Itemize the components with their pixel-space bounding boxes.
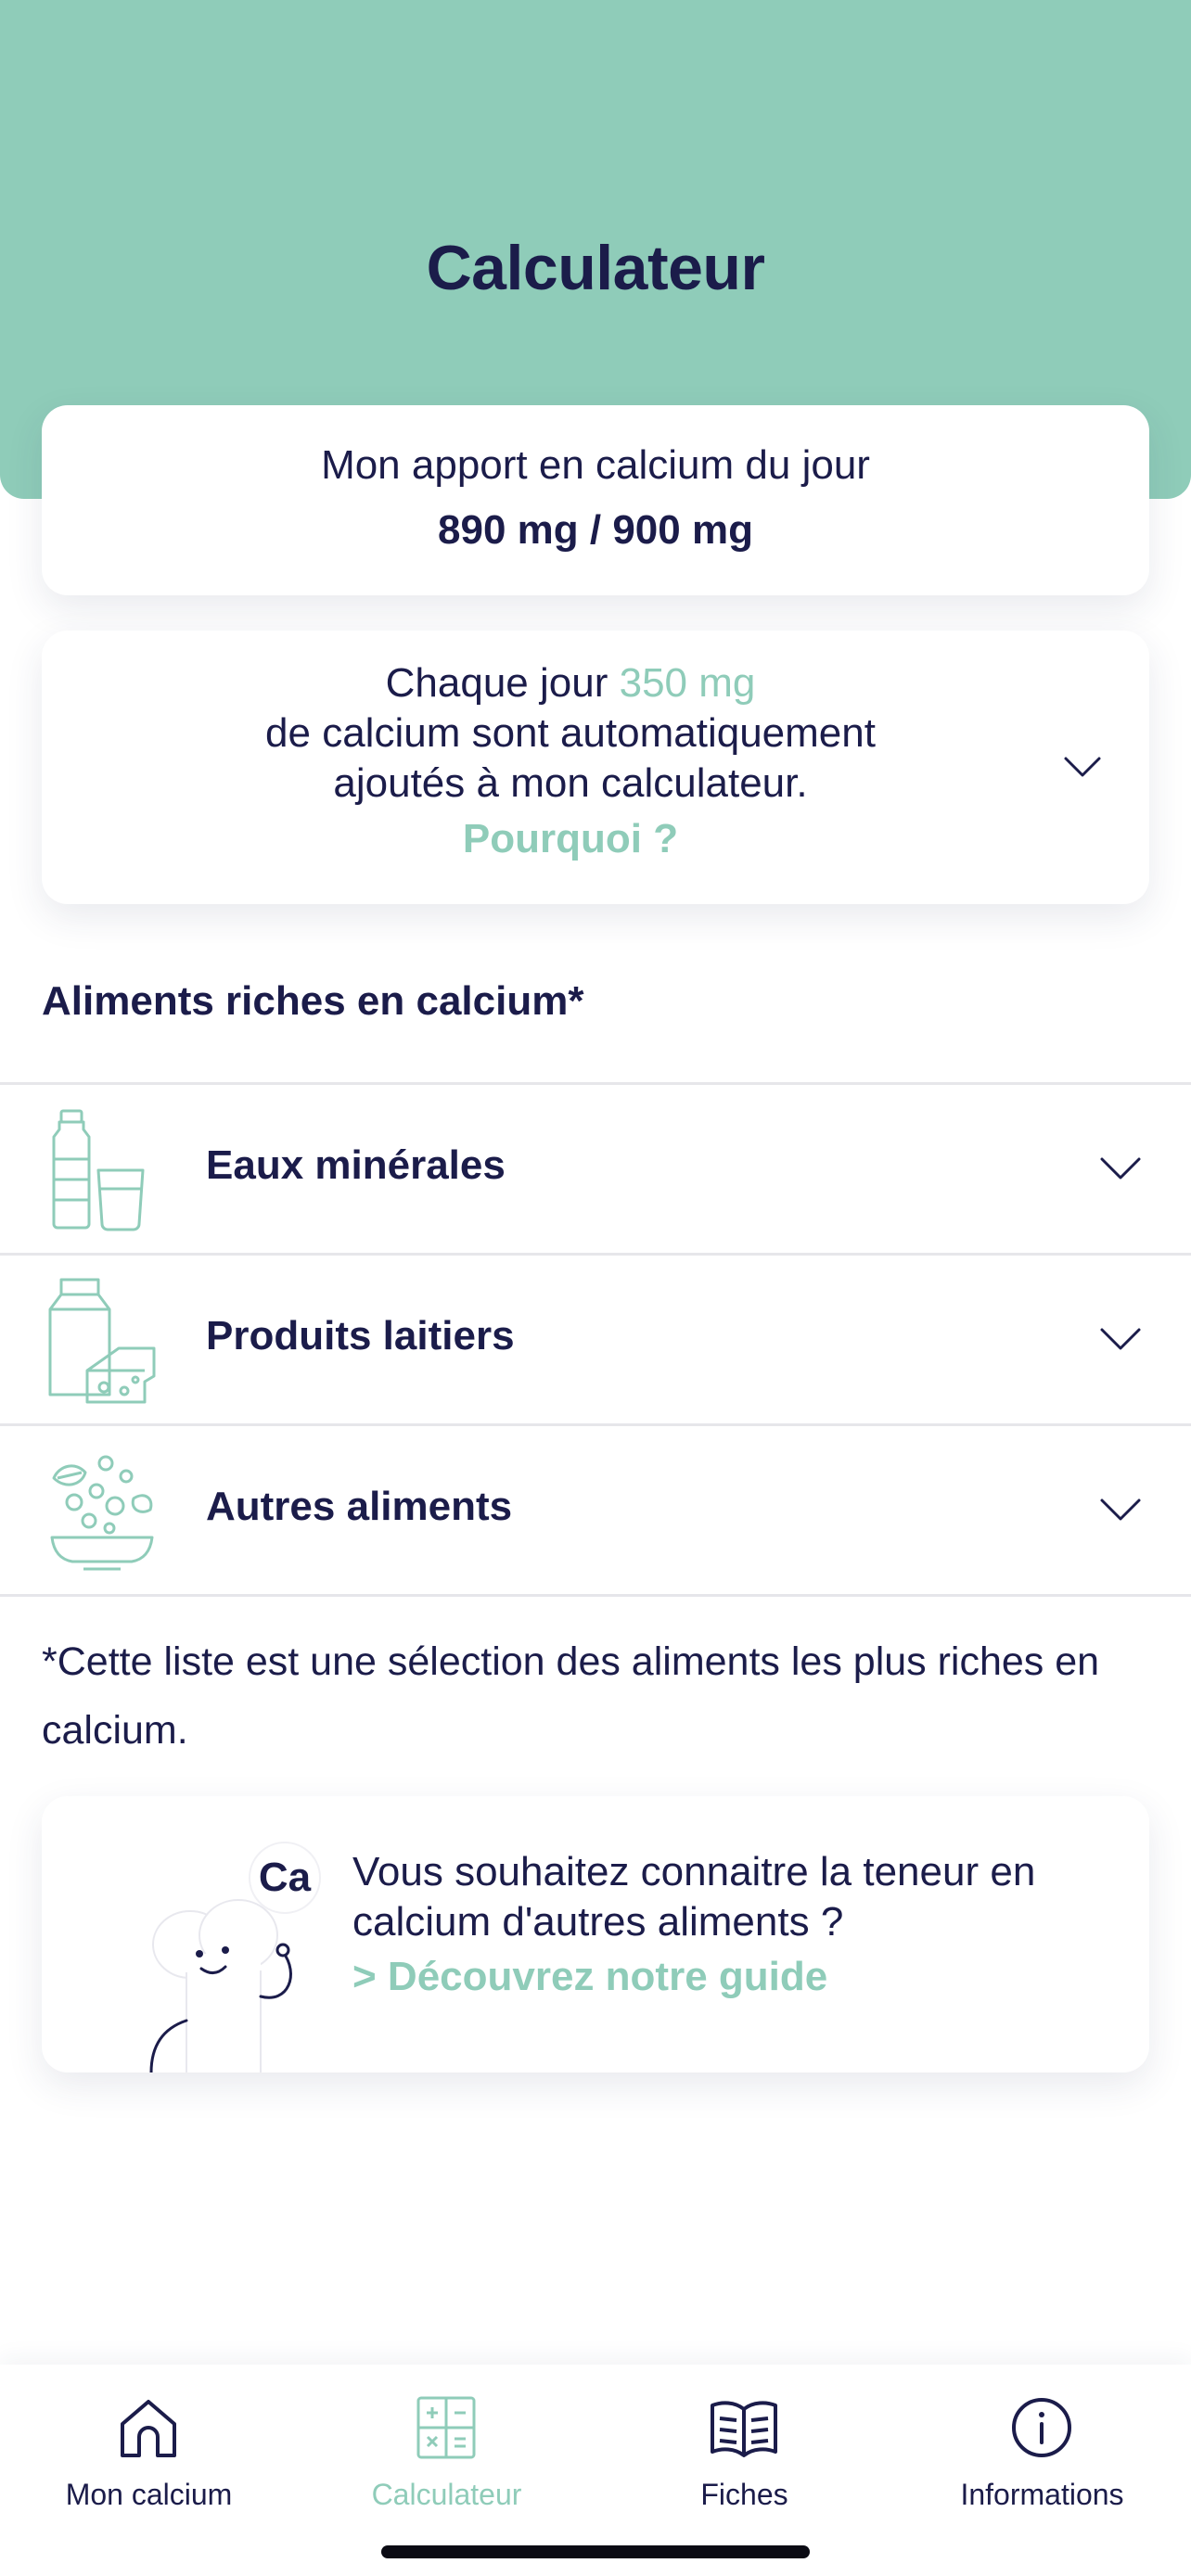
bone-mascot-icon: Ca bbox=[149, 1842, 321, 2072]
tab-label: Mon calcium bbox=[65, 2478, 233, 2511]
tab-label: Fiches bbox=[700, 2478, 788, 2511]
tab-label: Calculateur bbox=[371, 2478, 522, 2511]
auto-calcium-prefix: Chaque jour bbox=[385, 660, 620, 706]
dairy-icon bbox=[48, 1278, 156, 1404]
tab-fiches[interactable]: Fiches bbox=[596, 2383, 893, 2513]
mascot-badge: Ca bbox=[259, 1855, 312, 1900]
home-icon bbox=[121, 2400, 176, 2457]
auto-calcium-line3: ajoutés à mon calculateur. bbox=[333, 760, 808, 806]
why-link[interactable]: Pourquoi ? bbox=[153, 816, 988, 862]
info-icon bbox=[1012, 2398, 1071, 2457]
food-category-row[interactable]: Eaux minérales bbox=[0, 1082, 1191, 1253]
water-bottle-icon bbox=[52, 1109, 145, 1231]
daily-intake-card: Mon apport en calcium du jour 890 mg / 9… bbox=[42, 405, 1149, 595]
tab-bar: Mon calcium Calculateur Fiches Informati… bbox=[0, 2365, 1191, 2576]
guide-card[interactable]: Ca Vous souhaitez connaitre la teneur en… bbox=[42, 1796, 1149, 2072]
page-title: Calculateur bbox=[426, 233, 765, 303]
guide-link[interactable]: > Découvrez notre guide bbox=[352, 1954, 827, 2000]
tab-mon-calcium[interactable]: Mon calcium bbox=[0, 2383, 298, 2513]
book-icon bbox=[711, 2401, 777, 2457]
food-category-list: Eaux minérales Produits laitiers Autres … bbox=[0, 1082, 1191, 1597]
section-title: Aliments riches en calcium* bbox=[42, 978, 584, 1024]
tab-calculateur[interactable]: Calculateur bbox=[298, 2383, 596, 2513]
auto-calcium-line2: de calcium sont automatiquement bbox=[265, 710, 876, 756]
food-category-label: Autres aliments bbox=[206, 1484, 513, 1529]
tab-label: Informations bbox=[960, 2478, 1124, 2511]
daily-intake-label: Mon apport en calcium du jour bbox=[321, 442, 870, 488]
food-category-row[interactable]: Autres aliments bbox=[0, 1423, 1191, 1597]
daily-intake-value: 890 mg / 900 mg bbox=[438, 507, 753, 553]
auto-calcium-amount: 350 mg bbox=[619, 660, 756, 706]
food-category-label: Eaux minérales bbox=[206, 1142, 506, 1188]
footnote: *Cette liste est une sélection des alime… bbox=[42, 1639, 1100, 1753]
tab-informations[interactable]: Informations bbox=[893, 2383, 1191, 2513]
food-bowl-icon bbox=[50, 1455, 154, 1571]
chevron-down-icon[interactable] bbox=[1098, 1489, 1143, 1530]
food-category-row[interactable]: Produits laitiers bbox=[0, 1253, 1191, 1423]
food-category-label: Produits laitiers bbox=[206, 1313, 515, 1358]
home-indicator[interactable] bbox=[381, 2545, 810, 2558]
auto-calcium-text: Chaque jour 350 mg de calcium sont autom… bbox=[153, 658, 988, 809]
guide-text: Vous souhaitez connaitre la teneur en ca… bbox=[352, 1849, 1036, 1945]
chevron-down-icon[interactable] bbox=[1098, 1319, 1143, 1359]
auto-calcium-card[interactable]: Chaque jour 350 mg de calcium sont autom… bbox=[42, 631, 1149, 904]
calculator-icon bbox=[416, 2396, 476, 2459]
chevron-down-icon[interactable] bbox=[1062, 746, 1103, 787]
chevron-down-icon[interactable] bbox=[1098, 1148, 1143, 1189]
